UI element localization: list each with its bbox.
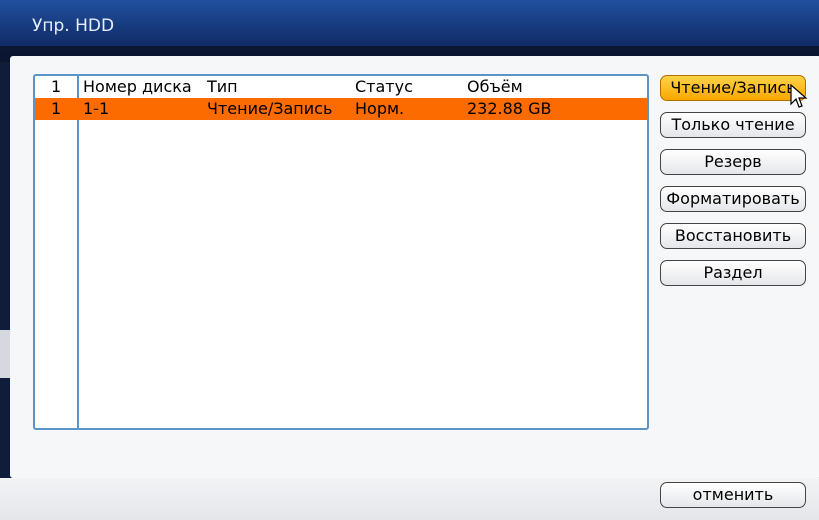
column-divider	[77, 76, 79, 428]
header-type: Тип	[207, 77, 238, 96]
hdd-table: 1 Номер диска Тип Статус Объём 1 1-1 Чте…	[33, 74, 649, 430]
table-header: 1 Номер диска Тип Статус Объём	[35, 76, 647, 98]
header-disk-number: Номер диска	[83, 77, 192, 96]
partition-button[interactable]: Раздел	[660, 260, 806, 286]
left-edge	[0, 330, 10, 378]
window-title: Упр. HDD	[32, 16, 115, 36]
restore-button[interactable]: Восстановить	[660, 223, 806, 249]
read-write-button[interactable]: Чтение/Запись	[660, 75, 806, 101]
read-only-button[interactable]: Только чтение	[660, 112, 806, 138]
table-row[interactable]: 1 1-1 Чтение/Запись Норм. 232.88 GB	[35, 98, 647, 120]
row-status: Норм.	[355, 99, 405, 118]
row-index: 1	[51, 99, 62, 118]
header-capacity: Объём	[467, 77, 523, 96]
row-type: Чтение/Запись	[207, 99, 333, 118]
header-status: Статус	[355, 77, 413, 96]
mouse-cursor-icon	[790, 84, 808, 108]
header-index: 1	[51, 77, 62, 96]
row-disk-number: 1-1	[83, 99, 110, 118]
row-capacity: 232.88 GB	[467, 99, 552, 118]
reserve-button[interactable]: Резерв	[660, 149, 806, 175]
format-button[interactable]: Форматировать	[660, 186, 806, 212]
title-tab	[0, 0, 819, 46]
title-bar: Упр. HDD	[0, 0, 819, 62]
cancel-button[interactable]: отменить	[660, 482, 806, 508]
